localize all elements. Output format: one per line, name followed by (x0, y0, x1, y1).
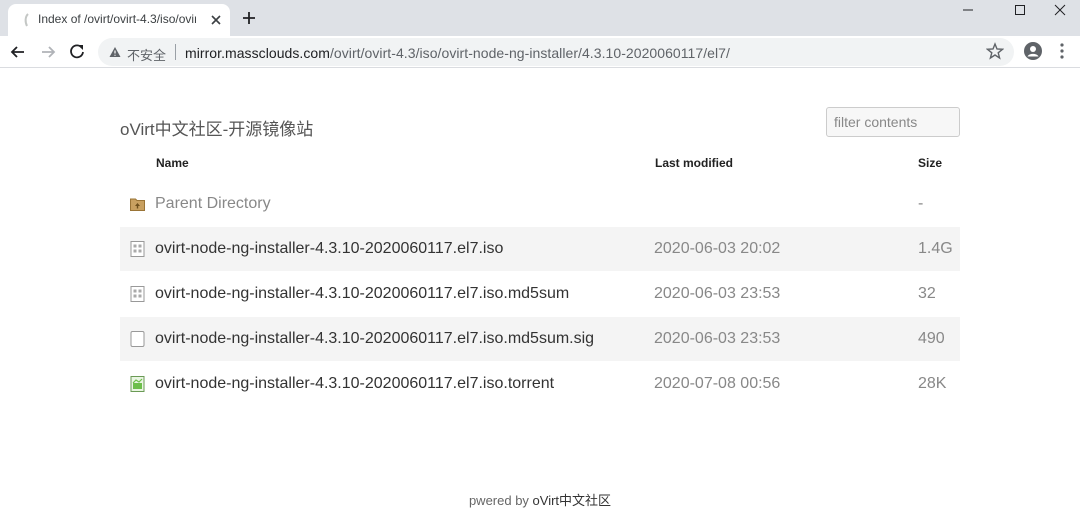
file-link[interactable]: ovirt-node-ng-installer-4.3.10-202006011… (155, 330, 594, 348)
binary-file-icon (130, 241, 145, 257)
filter-input[interactable] (826, 107, 960, 137)
url-text[interactable]: mirror.massclouds.com/ovirt/ovirt-4.3/is… (185, 45, 730, 61)
file-size: 32 (918, 285, 936, 302)
close-window-icon (1054, 4, 1066, 16)
reload-icon[interactable] (67, 42, 87, 62)
tab-strip: Index of /ovirt/ovirt-4.3/iso/ovirt-node… (0, 0, 1080, 36)
column-header-last-modified[interactable]: Last modified (655, 156, 733, 170)
browser-tab[interactable]: Index of /ovirt/ovirt-4.3/iso/ovirt-node… (8, 4, 230, 36)
page-favicon-icon (24, 13, 29, 27)
file-modified: 2020-06-03 23:53 (654, 285, 781, 302)
url-host: mirror.massclouds.com (185, 45, 330, 61)
page-footer: pwered by oVirt中文社区 (0, 490, 1080, 509)
table-row[interactable]: ovirt-node-ng-installer-4.3.10-202006011… (120, 317, 960, 361)
file-size: 490 (918, 330, 945, 347)
footer-prefix: pwered by (468, 493, 533, 508)
parent-directory-row[interactable]: Parent Directory - (120, 182, 960, 226)
footer-brand-link[interactable]: oVirt中文社区 (533, 493, 612, 508)
tab-title: Index of /ovirt/ovirt-4.3/iso/ovirt-node… (38, 12, 196, 26)
close-window-button[interactable] (1040, 0, 1080, 20)
table-row[interactable]: ovirt-node-ng-installer-4.3.10-202006011… (120, 362, 960, 406)
minimize-button[interactable] (944, 0, 990, 20)
file-link[interactable]: ovirt-node-ng-installer-4.3.10-202006011… (155, 375, 554, 393)
page-title: oVirt中文社区-开源镜像站 (120, 120, 314, 139)
file-modified: 2020-06-03 23:53 (654, 330, 781, 347)
file-size: 28K (918, 375, 947, 392)
maximize-button[interactable] (996, 0, 1042, 20)
column-header-name[interactable]: Name (156, 156, 189, 170)
table-row[interactable]: ovirt-node-ng-installer-4.3.10-202006011… (120, 272, 960, 316)
blank-file-icon (130, 331, 145, 347)
file-link[interactable]: ovirt-node-ng-installer-4.3.10-202006011… (155, 240, 503, 258)
binary-file-icon (130, 286, 145, 302)
browser-menu-icon[interactable] (1058, 42, 1066, 60)
browser-toolbar: 不安全 mirror.massclouds.com/ovirt/ovirt-4.… (0, 36, 1080, 68)
forward-arrow-icon[interactable] (38, 42, 58, 62)
bookmark-star-icon[interactable] (986, 42, 1004, 60)
address-separator (175, 44, 176, 60)
new-tab-icon[interactable] (240, 9, 258, 27)
security-label[interactable]: 不安全 (127, 45, 166, 64)
file-link[interactable]: ovirt-node-ng-installer-4.3.10-202006011… (155, 285, 569, 303)
back-arrow-icon[interactable] (8, 42, 28, 62)
close-tab-icon[interactable] (208, 12, 224, 28)
url-path: /ovirt/ovirt-4.3/iso/ovirt-node-ng-insta… (329, 45, 730, 61)
address-bar[interactable]: 不安全 mirror.massclouds.com/ovirt/ovirt-4.… (98, 38, 1014, 66)
account-avatar-icon[interactable] (1023, 41, 1043, 61)
file-modified: 2020-07-08 00:56 (654, 375, 781, 392)
table-row[interactable]: ovirt-node-ng-installer-4.3.10-202006011… (120, 227, 960, 271)
column-header-size[interactable]: Size (918, 156, 942, 170)
not-secure-info-icon[interactable] (109, 46, 121, 58)
torrent-file-icon (130, 376, 145, 392)
folder-up-icon (130, 198, 145, 211)
file-size: - (918, 195, 924, 212)
file-modified: 2020-06-03 20:02 (654, 240, 781, 257)
maximize-icon (1015, 5, 1025, 15)
file-size: 1.4G (918, 240, 953, 257)
minimize-icon (963, 9, 973, 11)
parent-directory-link[interactable]: Parent Directory (155, 195, 271, 213)
